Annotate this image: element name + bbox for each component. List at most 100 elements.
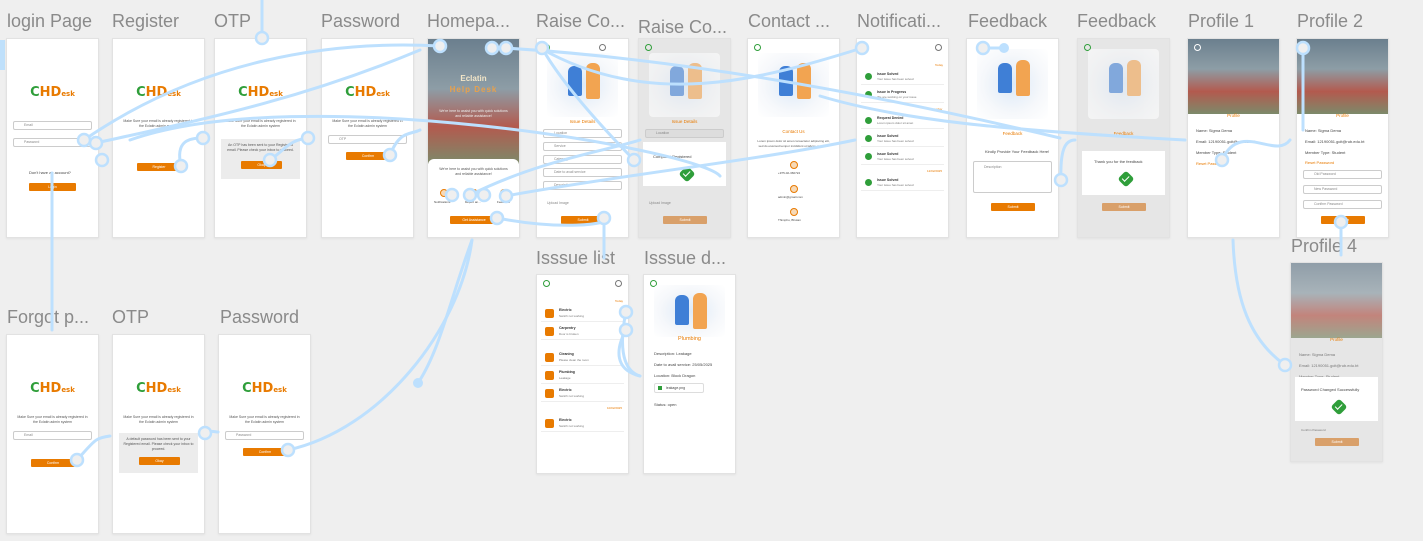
submit-button[interactable]: Submit: [991, 203, 1035, 211]
frame-raise-complaint-2[interactable]: Issue Details Location Complaint Registe…: [638, 38, 731, 238]
frame-label-contact[interactable]: Contact ...: [748, 11, 830, 32]
email-field[interactable]: Email: [13, 121, 92, 130]
frame-label-raise-complaint[interactable]: Raise Co...: [536, 11, 625, 32]
issue-item[interactable]: Carpentry Door is broken: [541, 323, 624, 340]
search-icon[interactable]: [935, 44, 942, 51]
frame-forgot-password[interactable]: CHDesk Make Sure your email is already r…: [6, 334, 99, 534]
upload-image[interactable]: Upload Image: [649, 201, 671, 205]
frame-password-2[interactable]: CHDesk Make Sure your email is already r…: [218, 334, 311, 534]
connector[interactable]: [203, 429, 220, 435]
feedback-tile-icon[interactable]: [500, 189, 508, 197]
search-icon[interactable]: [599, 44, 606, 51]
confirm-password-field[interactable]: Confirm Password: [1303, 200, 1382, 209]
frame-label-profile-2[interactable]: Profile 2: [1297, 11, 1363, 32]
reset-password-link[interactable]: Reset Password: [1305, 160, 1334, 165]
submit-button[interactable]: Submit: [1102, 203, 1146, 211]
service-field[interactable]: Service: [543, 142, 622, 151]
frame-label-login[interactable]: login Page: [7, 11, 92, 32]
frame-label-register[interactable]: Register: [112, 11, 179, 32]
frame-profile-4[interactable]: Profile Name: Sigma Dema Email: 12190051…: [1290, 262, 1383, 462]
frame-label-profile-4[interactable]: Profile 4: [1291, 236, 1357, 257]
submit-button[interactable]: Submit: [663, 216, 707, 224]
confirm-button[interactable]: Confirm: [31, 459, 75, 467]
confirm-button[interactable]: Confirm: [1321, 216, 1365, 224]
back-icon[interactable]: [543, 44, 550, 51]
frame-contact[interactable]: Contact Us Lorem ipsum dolor sit amet co…: [747, 38, 840, 238]
frame-feedback-2[interactable]: Feedback Thank you for the feedback Subm…: [1077, 38, 1170, 238]
frame-label-password[interactable]: Password: [321, 11, 400, 32]
frame-raise-complaint[interactable]: Issue Details Location Service Category …: [536, 38, 629, 238]
search-icon[interactable]: [615, 280, 622, 287]
issue-item[interactable]: Electric Switch not working: [541, 415, 624, 432]
issue-item[interactable]: Plumbing Leakage: [541, 367, 624, 384]
frame-profile-1[interactable]: Profile Name: Sigma Dema Email: 12190051…: [1187, 38, 1280, 238]
frame-homepage[interactable]: Eclatin Help Desk We're here to assist y…: [427, 38, 520, 238]
submit-button[interactable]: Submit: [1315, 438, 1359, 446]
contact-email[interactable]: admin@gmail.com: [778, 195, 803, 199]
email-field[interactable]: Email: [13, 431, 92, 440]
feedback-description-field[interactable]: Description: [973, 161, 1052, 193]
confirm-button[interactable]: Confirm: [243, 448, 287, 456]
frame-label-feedback[interactable]: Feedback: [968, 11, 1047, 32]
issue-item[interactable]: Cleaning Please clean the room: [541, 349, 624, 366]
frame-label-issue-list[interactable]: Isssue list: [536, 248, 615, 269]
no-account-text[interactable]: Don't have an account?: [29, 170, 71, 175]
frame-feedback[interactable]: Feedback Kindly Provide Your Feedback He…: [966, 38, 1059, 238]
confirm-button[interactable]: Confirm: [346, 152, 390, 160]
login-button[interactable]: Login: [29, 183, 76, 191]
notification-item[interactable]: Issue Solved Your issue has been solved: [861, 149, 944, 165]
frame-issue-detail[interactable]: Plumbing Description: Leakage Date to av…: [643, 274, 736, 474]
frame-profile-2[interactable]: Profile Name: Sigma Dema Email: 12190051…: [1296, 38, 1389, 238]
get-assistance-button[interactable]: Get Assistance: [450, 216, 498, 224]
back-icon[interactable]: [754, 44, 761, 51]
okay-button[interactable]: Okay: [241, 161, 282, 169]
upload-image[interactable]: Upload Image: [547, 201, 569, 205]
submit-button[interactable]: Submit: [561, 216, 605, 224]
connector[interactable]: [1231, 238, 1287, 367]
register-button[interactable]: Register: [137, 163, 181, 171]
notification-item[interactable]: Issue Solved Your issue has been solved: [861, 69, 944, 85]
frame-otp[interactable]: CHDesk Make Sure your email is already r…: [214, 38, 307, 238]
back-icon[interactable]: [1194, 44, 1201, 51]
report-tile-icon[interactable]: [470, 189, 478, 197]
frame-label-profile-1[interactable]: Profile 1: [1188, 11, 1254, 32]
frame-register[interactable]: CHDesk Make Sure your email is already r…: [112, 38, 205, 238]
attachment-chip[interactable]: leakage.png: [654, 383, 704, 393]
description-field[interactable]: Description: [543, 181, 622, 190]
back-icon[interactable]: [1303, 44, 1310, 51]
okay-button[interactable]: Okay: [139, 457, 180, 465]
old-password-field[interactable]: Old Password: [1303, 170, 1382, 179]
contact-phone[interactable]: +975-02-366724: [778, 171, 800, 175]
password-field[interactable]: Password: [225, 431, 304, 440]
otp-field[interactable]: OTP: [328, 135, 407, 144]
location-field[interactable]: Location: [645, 129, 724, 138]
back-icon[interactable]: [543, 280, 550, 287]
notification-tile-icon[interactable]: [440, 189, 448, 197]
issue-item[interactable]: Electric Switch not working: [541, 385, 624, 402]
new-password-field[interactable]: New Password: [1303, 185, 1382, 194]
frame-label-feedback-2[interactable]: Feedback: [1077, 11, 1156, 32]
frame-label-password-2[interactable]: Password: [220, 307, 299, 328]
frame-label-otp[interactable]: OTP: [214, 11, 251, 32]
frame-password[interactable]: CHDesk Make Sure your email is already r…: [321, 38, 414, 238]
back-icon[interactable]: [645, 44, 652, 51]
connector[interactable]: [286, 238, 474, 452]
notification-item[interactable]: Issue in Progress We are working on your …: [861, 87, 944, 103]
frame-issue-list[interactable]: Today Electric Switch not working Carpent…: [536, 274, 629, 474]
connector[interactable]: [416, 238, 474, 385]
category-field[interactable]: Category: [543, 155, 622, 164]
location-field[interactable]: Location: [543, 129, 622, 138]
notification-item[interactable]: Request Denied Lorem ipsum dolor sit amet: [861, 113, 944, 129]
frame-label-issue-detail[interactable]: Isssue d...: [644, 248, 726, 269]
frame-otp-2[interactable]: CHDesk Make Sure your email is already r…: [112, 334, 205, 534]
issue-item[interactable]: Electric Switch not working: [541, 305, 624, 322]
notification-item[interactable]: Issue Solved Your issue has been solved: [861, 175, 944, 191]
password-field[interactable]: Password: [13, 138, 92, 147]
frame-label-homepage[interactable]: Homepa...: [427, 11, 510, 32]
frame-label-otp-2[interactable]: OTP: [112, 307, 149, 328]
notification-item[interactable]: Issue Solved Your issue has been solved: [861, 131, 944, 147]
frame-login[interactable]: CHDesk Email Password Don't have an acco…: [6, 38, 99, 238]
frame-label-raise-complaint-2[interactable]: Raise Co...: [638, 17, 727, 38]
reset-password-link[interactable]: Reset Password: [1196, 161, 1225, 166]
frame-notifications[interactable]: Today Issue Solved Your issue has been so…: [856, 38, 949, 238]
